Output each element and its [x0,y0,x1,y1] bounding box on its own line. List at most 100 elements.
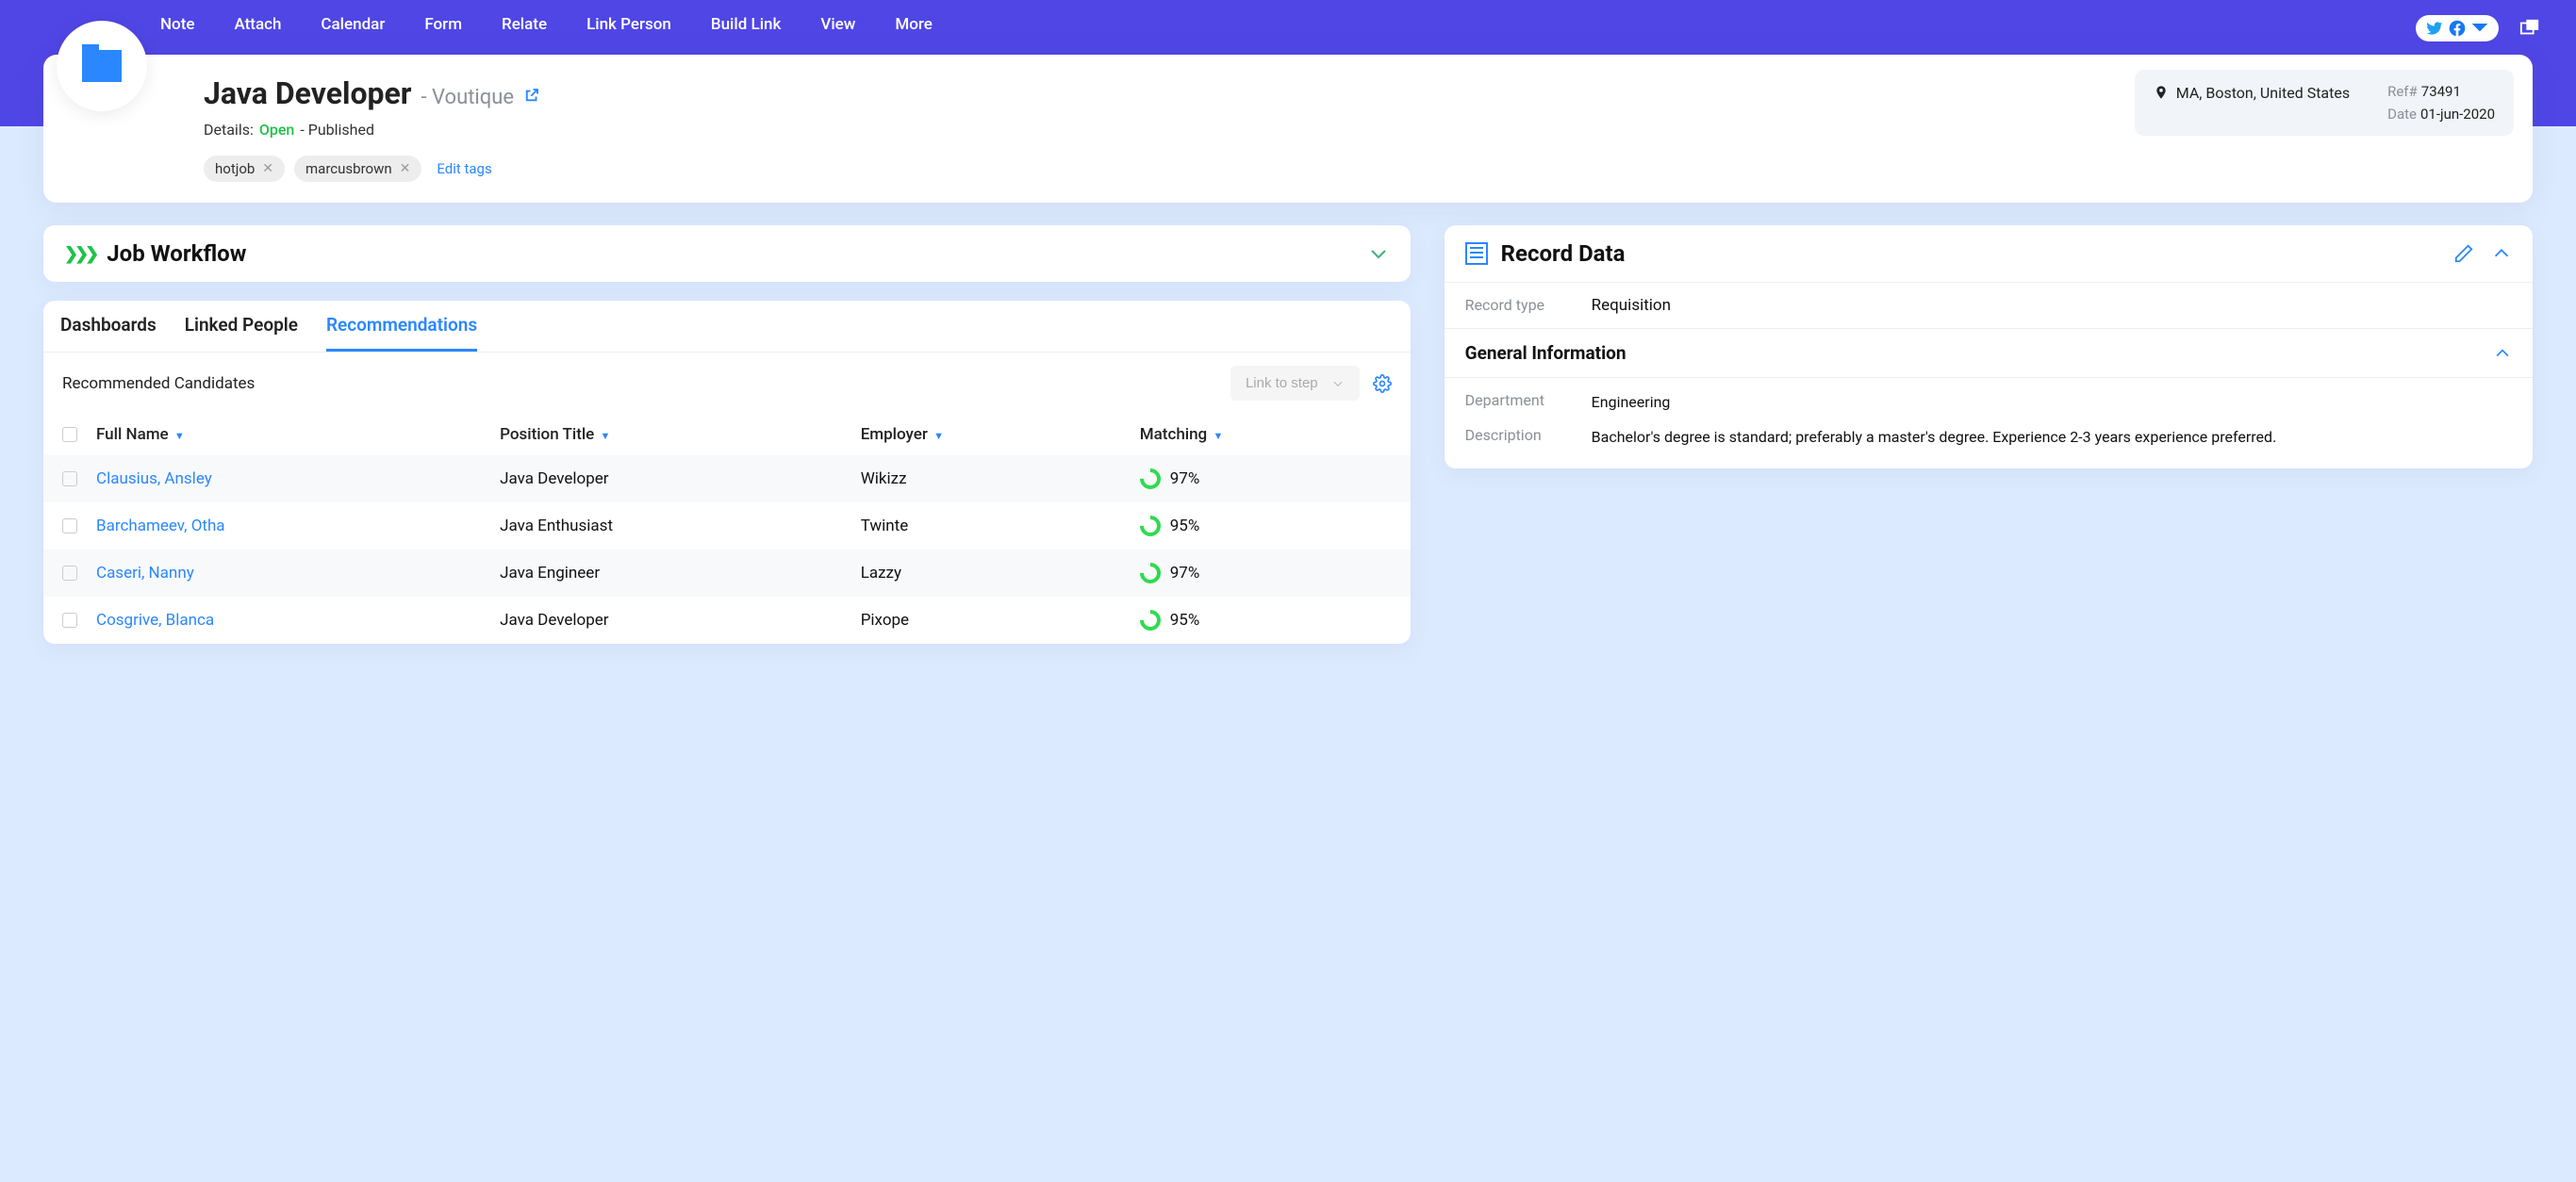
nav-calendar[interactable]: Calendar [321,15,385,34]
page-title: Java Developer [204,75,412,111]
col-position[interactable]: Position Title ▼ [490,414,851,455]
document-icon [1465,242,1488,265]
status-published: - Published [300,121,374,139]
sort-caret-icon: ▼ [1213,430,1223,442]
table-row: Clausius, Ansley Java Developer Wikizz 9… [43,455,1411,502]
chevron-up-icon[interactable] [2493,344,2512,363]
nav-attach[interactable]: Attach [234,15,281,34]
candidate-name-link[interactable]: Barchameev, Otha [96,517,225,535]
content-area: ❯❯❯ Job Workflow Dashboards Linked Peopl… [0,225,2576,681]
edit-tags-link[interactable]: Edit tags [437,160,491,177]
match-percent: 95% [1170,611,1200,630]
candidates-panel: Dashboards Linked People Recommendations… [43,301,1411,644]
progress-ring-icon [1135,511,1164,540]
tag-hotjob[interactable]: hotjob✕ [204,156,285,182]
chevron-down-icon [2470,19,2489,38]
record-type-label: Record type [1465,296,1569,315]
tag-marcusbrown[interactable]: marcusbrown ✕ [294,156,421,182]
tab-recommendations[interactable]: Recommendations [326,314,477,352]
row-checkbox[interactable] [62,471,77,486]
progress-ring-icon [1135,558,1164,587]
sort-caret-icon: ▼ [601,430,611,442]
ref-value: 73491 [2421,83,2461,100]
rec-toolbar: Recommended Candidates Link to step [43,353,1411,414]
top-right-actions [2416,15,2542,41]
match-percent: 97% [1170,469,1200,488]
desc-label: Description [1465,426,1569,448]
desc-value: Bachelor's degree is standard; preferabl… [1592,426,2512,448]
progress-ring-icon [1135,605,1164,634]
link-to-step-button[interactable]: Link to step [1230,366,1360,401]
nav-note[interactable]: Note [160,15,194,34]
general-info-body: Department Engineering Description Bache… [1445,378,2533,468]
tabs: Dashboards Linked People Recommendations [43,301,1411,353]
details-label: Details: [204,121,254,139]
workflow-title: Job Workflow [107,240,246,267]
top-nav: Note Attach Calendar Form Relate Link Pe… [0,0,2576,34]
col-matching[interactable]: Matching ▼ [1131,414,1411,455]
right-column: Record Data Record type Requisition Gene… [1445,225,2533,468]
workflow-chevrons-icon: ❯❯❯ [64,244,95,264]
link-step-label: Link to step [1246,375,1318,391]
copy-windows-icon[interactable] [2518,18,2542,39]
close-icon[interactable]: ✕ [400,161,411,176]
progress-ring-icon [1135,464,1164,493]
row-checkbox[interactable] [62,613,77,628]
chevron-down-icon[interactable] [1367,242,1390,265]
candidate-name-link[interactable]: Caseri, Nanny [96,564,194,583]
employer-cell: Lazzy [851,550,1131,597]
external-link-icon[interactable] [523,87,540,104]
col-employer[interactable]: Employer ▼ [851,414,1131,455]
ref-date-block: Ref#73491 Date01-jun-2020 [2387,83,2495,123]
position-cell: Java Developer [490,597,851,644]
candidates-table: Full Name ▼ Position Title ▼ Employer ▼ … [43,414,1411,644]
social-share-pill[interactable] [2416,15,2499,41]
tab-dashboards[interactable]: Dashboards [60,314,157,352]
candidate-name-link[interactable]: Cosgrive, Blanca [96,611,214,630]
match-cell: 95% [1140,516,1401,536]
position-cell: Java Developer [490,455,851,502]
dept-row: Department Engineering [1465,391,2512,413]
left-column: ❯❯❯ Job Workflow Dashboards Linked Peopl… [43,225,1411,644]
close-icon[interactable]: ✕ [262,161,273,176]
position-cell: Java Enthusiast [490,502,851,550]
nav-relate[interactable]: Relate [502,15,547,34]
workflow-header[interactable]: ❯❯❯ Job Workflow [43,225,1411,282]
edit-pencil-icon[interactable] [2453,243,2474,264]
folder-badge [57,21,147,111]
tag-label: marcusbrown [305,160,392,177]
location-pin-icon [2154,83,2169,102]
match-percent: 95% [1170,517,1200,535]
general-info-title: General Information [1465,342,1627,364]
record-data-panel: Record Data Record type Requisition Gene… [1445,225,2533,468]
chevron-up-icon[interactable] [2491,243,2512,264]
gear-icon[interactable] [1373,374,1392,393]
folder-icon [82,50,122,82]
location: MA, Boston, United States [2154,83,2350,102]
row-checkbox[interactable] [62,518,77,534]
chevron-down-icon [1331,377,1345,390]
table-row: Cosgrive, Blanca Java Developer Pixope 9… [43,597,1411,644]
match-percent: 97% [1170,564,1200,583]
nav-more[interactable]: More [895,15,932,34]
nav-link-person[interactable]: Link Person [586,15,671,34]
header-meta-box: MA, Boston, United States Ref#73491 Date… [2135,70,2514,136]
candidate-name-link[interactable]: Clausius, Ansley [96,469,212,488]
record-header-card: Java Developer - Voutique Details: Open … [43,55,2533,203]
ref-label: Ref# [2387,83,2418,100]
tab-linked-people[interactable]: Linked People [185,314,298,352]
nav-form[interactable]: Form [424,15,462,34]
record-data-title: Record Data [1501,240,1626,267]
row-checkbox[interactable] [62,566,77,581]
tags-row: hotjob✕ marcusbrown ✕ Edit tags [204,156,2510,182]
rec-title: Recommended Candidates [62,374,255,393]
general-info-header[interactable]: General Information [1445,329,2533,378]
nav-view[interactable]: View [820,15,855,34]
nav-build-link[interactable]: Build Link [711,15,782,34]
table-row: Barchameev, Otha Java Enthusiast Twinte … [43,502,1411,550]
match-cell: 97% [1140,563,1401,583]
select-all-checkbox[interactable] [62,427,77,442]
col-full-name[interactable]: Full Name ▼ [87,414,490,455]
facebook-icon [2448,19,2467,38]
dept-value: Engineering [1592,391,2512,413]
